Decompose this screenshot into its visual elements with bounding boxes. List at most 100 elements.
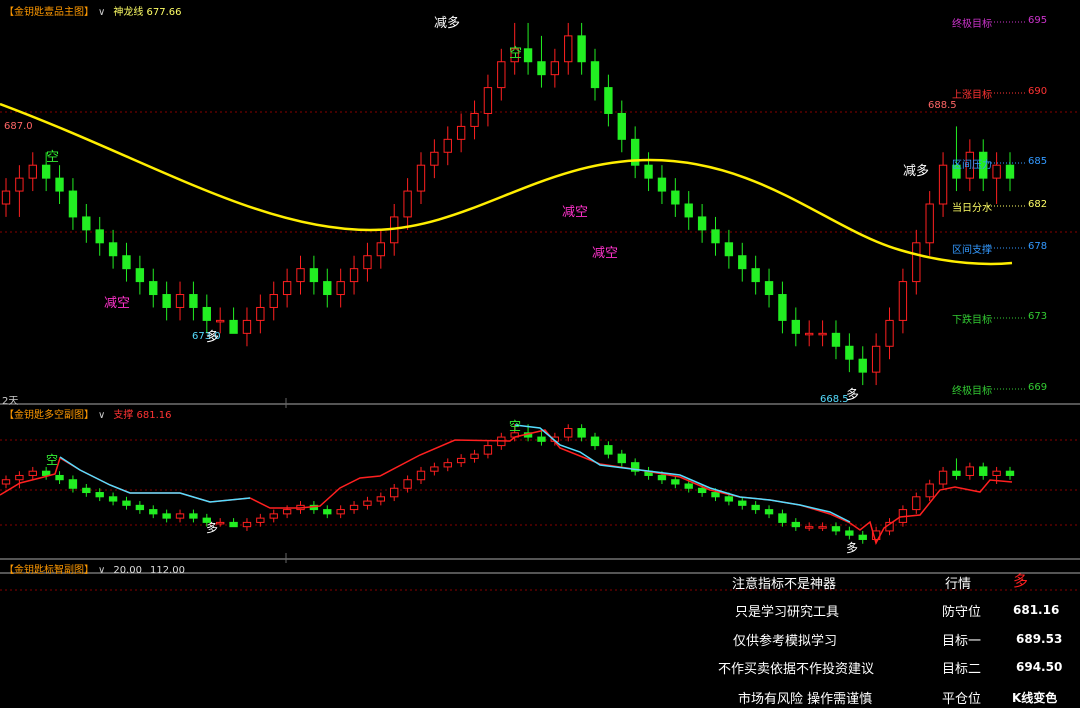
candle-body — [738, 255, 747, 270]
candle-body — [108, 496, 118, 502]
candle-body — [430, 466, 439, 472]
candle-body — [55, 474, 64, 481]
signal-jianduo: 减多 — [903, 164, 930, 179]
candle-body — [657, 474, 667, 481]
candle-body — [537, 61, 546, 76]
candle-body — [617, 453, 626, 464]
chevron-down-icon[interactable]: ∨ — [98, 410, 105, 421]
candle-body — [28, 470, 37, 476]
candle-body — [269, 513, 278, 519]
candle-body — [1005, 470, 1015, 476]
candle-body — [149, 281, 158, 296]
target-label-5: 下跌目标 673 — [952, 311, 1048, 326]
target-label-4: 区间支撑 678 — [952, 241, 1048, 256]
info-disclaimer-5: 市场有风险 操作需谨慎 — [738, 692, 873, 707]
candle-body — [443, 138, 452, 153]
candle-body — [349, 268, 359, 283]
candle-body — [242, 319, 252, 334]
candle-body — [470, 112, 479, 127]
candle-body — [68, 479, 78, 489]
candle-body — [550, 61, 560, 76]
support-line — [0, 429, 1013, 545]
candle-body — [537, 436, 546, 442]
candle-body — [523, 48, 533, 63]
info-label-target2: 目标二 — [942, 662, 982, 677]
candle-body — [711, 492, 720, 498]
candle-body — [95, 229, 104, 244]
candle-body — [175, 513, 185, 519]
price-recent-high-label: 688.5 — [928, 100, 957, 111]
candle-body — [269, 294, 278, 308]
signal-jiankong: 减空 — [104, 296, 131, 311]
candle-body — [818, 332, 827, 336]
sub2-val2: 112.00 — [149, 565, 185, 576]
candle-body — [282, 281, 292, 296]
candle-body — [697, 487, 707, 494]
candle-body — [912, 496, 921, 511]
candle-body — [858, 358, 867, 373]
candle-body — [497, 61, 506, 89]
candle-body — [751, 268, 760, 283]
candle-body — [764, 281, 774, 296]
chevron-down-icon[interactable]: ∨ — [98, 565, 105, 576]
info-label-defense: 防守位 — [942, 605, 982, 620]
candle-body — [938, 164, 948, 205]
candle-body — [724, 496, 734, 502]
candle-body — [336, 509, 345, 515]
candle-body — [202, 306, 211, 321]
info-value-close: K线变色 — [1012, 691, 1058, 705]
candle-body — [135, 268, 145, 283]
candle-body — [925, 483, 934, 498]
candle-body — [697, 216, 707, 231]
candle-body — [925, 203, 934, 244]
target-label-1: 上涨目标 690 — [952, 86, 1048, 101]
candle-body — [296, 268, 305, 283]
candle-body — [831, 526, 841, 532]
info-disclaimer-2: 只是学习研究工具 — [735, 605, 840, 620]
candle-body — [456, 125, 466, 140]
candle-body — [684, 203, 693, 218]
shenlong-line — [0, 102, 1013, 266]
candle-body — [122, 500, 131, 506]
info-label-close: 平仓位 — [942, 692, 982, 707]
chart-canvas[interactable] — [0, 0, 1080, 708]
candle-body — [965, 466, 975, 476]
sub-signal-kong: 空 — [46, 453, 59, 467]
candle-body — [135, 504, 145, 511]
sub2-indicator-name[interactable]: 【金钥匙标智副图】 — [4, 565, 94, 576]
candle-body — [323, 509, 332, 515]
candle-body — [751, 504, 760, 511]
signal-duo: 多 — [846, 388, 860, 403]
candle-body — [363, 255, 372, 270]
candle-body — [912, 242, 921, 283]
candle-body — [791, 319, 800, 334]
candle-body — [162, 294, 171, 308]
candle-body — [229, 319, 238, 334]
candle-body — [189, 294, 198, 308]
target-lines — [988, 21, 1026, 390]
candle-body — [617, 112, 626, 140]
price-low2-label: 668.5 — [820, 394, 849, 405]
candle-body — [778, 513, 787, 523]
candle-body — [805, 526, 814, 529]
candle-body — [805, 332, 814, 336]
signal-duo: 多 — [206, 330, 220, 345]
info-value-target2: 694.50 — [1016, 660, 1063, 674]
candle-body — [82, 216, 91, 231]
candle-body — [55, 177, 64, 192]
candle-body — [604, 87, 613, 114]
sub1-indicator-name[interactable]: 【金钥匙多空副图】 — [4, 410, 94, 421]
sub-candles — [1, 424, 1015, 544]
candle-body — [189, 513, 198, 519]
info-disclaimer-1: 注意指标不是神器 — [732, 577, 837, 592]
candle-body — [644, 164, 653, 179]
signal-jiankong: 减空 — [562, 205, 589, 220]
candle-body — [885, 319, 894, 347]
candle-body — [791, 521, 800, 528]
candle-body — [456, 457, 466, 464]
info-label-target1: 目标一 — [942, 634, 982, 649]
period-label: 2天 — [2, 396, 19, 407]
target-label-6: 终极目标 669 — [952, 382, 1048, 397]
candle-body — [992, 470, 1001, 476]
candle-body — [443, 462, 452, 468]
